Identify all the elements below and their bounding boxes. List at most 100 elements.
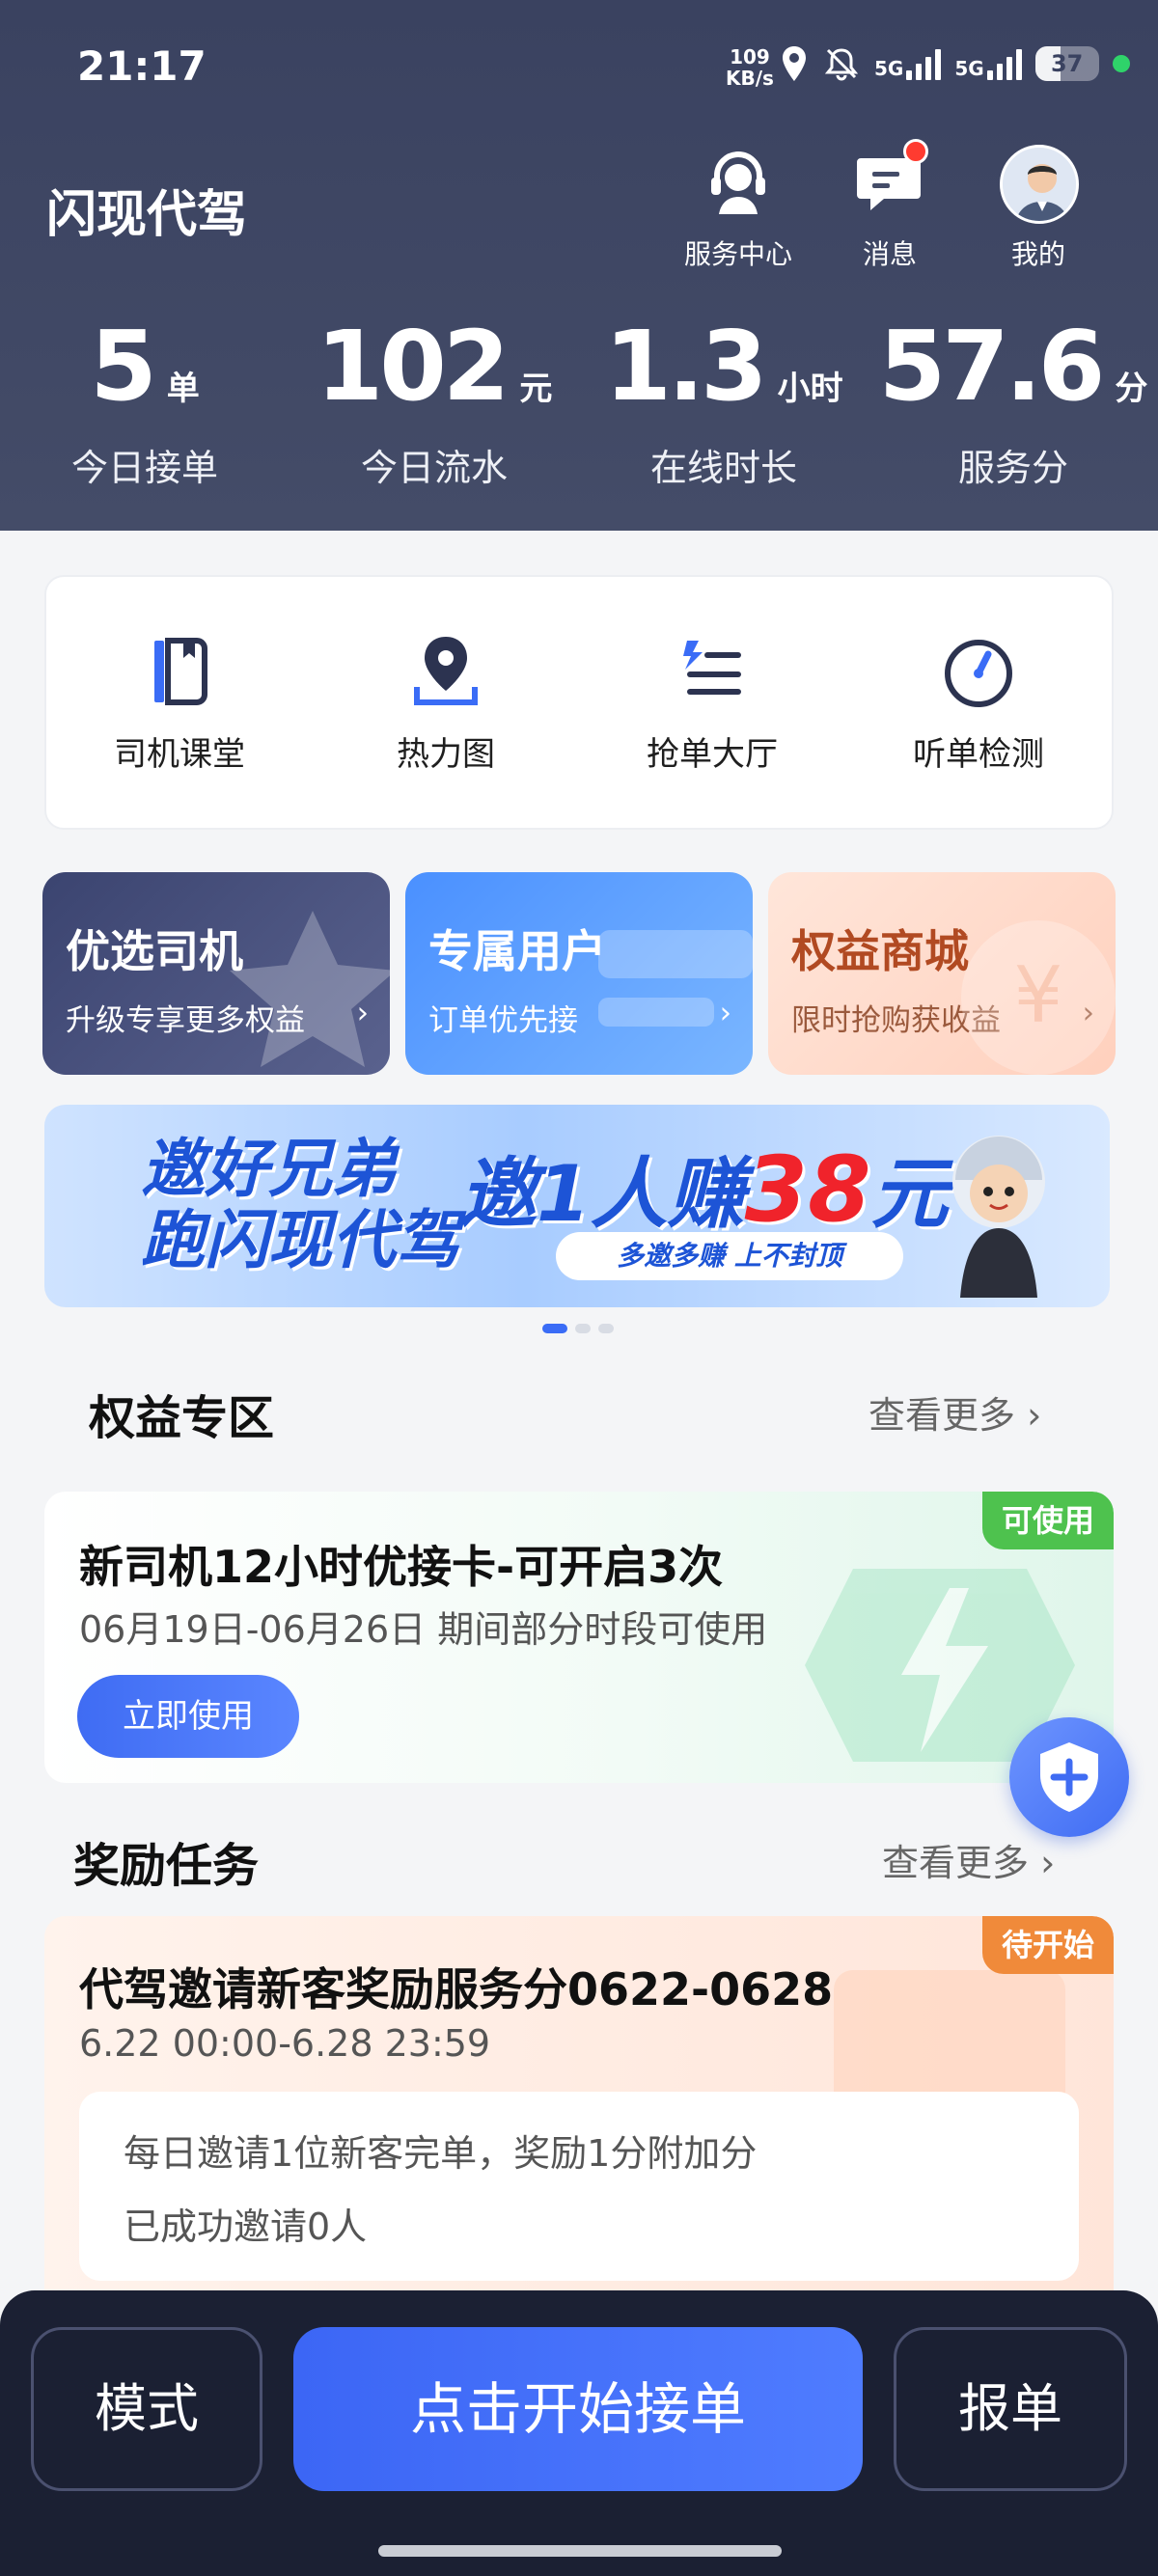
banner-headline: 邀好兄弟 跑闪现代驾 [141,1134,459,1276]
carousel-indicator [542,1324,614,1333]
card-decoration-icon [598,930,753,1027]
task-rule: 每日邀请1位新客完单，奖励1分附加分 [124,2132,758,2175]
status-bar: 21:17 109 KB/s 5G 5G 37 [0,0,1158,135]
net-speed: 109 KB/s [726,46,774,89]
quick-tools-card: 司机课堂 热力图 抢单大厅 听单检测 [44,575,1114,830]
banner-offer-amount: 38 [744,1137,871,1243]
star-decoration-icon [230,911,390,1067]
status-badge: 待开始 [981,1916,1114,1974]
stat-unit: 单 [166,370,200,408]
messages-button[interactable]: 消息 [813,139,967,272]
stat-orders[interactable]: 5单 今日接单 [0,318,290,511]
stat-label: 服务分 [957,447,1068,489]
benefit-card[interactable]: 可使用 新司机12小时优接卡-可开启3次 06月19日-06月26日 期间部分时… [44,1492,1114,1783]
mascot-illustration [952,1136,1045,1298]
headset-icon [700,145,777,222]
banner-offer: 邀1人赚38元 [459,1132,948,1244]
battery-icon: 37 [1034,46,1099,81]
list-icon [672,631,753,712]
promo-preferred-driver[interactable]: 优选司机 升级专享更多权益 › [42,872,390,1075]
promo-benefits-mall[interactable]: ¥ 权益商城 限时抢购获收益› [768,872,1116,1075]
stat-value: 5 [90,310,157,423]
unread-dot [903,139,928,164]
benefits-see-more-link[interactable]: 查看更多 › [868,1385,1041,1439]
net-speed-unit: KB/s [726,67,774,90]
sim1-label: 5G [874,57,904,80]
tool-label: 司机课堂 [114,734,245,774]
report-order-button[interactable]: 报单 [894,2327,1127,2491]
promo-exclusive-users[interactable]: 专属用户 订单优先接 › [405,872,753,1075]
banner-line2: 跑闪现代驾 [141,1203,459,1277]
promo-subtitle-text: 订单优先接 [428,1003,578,1038]
stat-unit: 分 [1115,370,1148,408]
tasks-section-title: 奖励任务 [73,1839,260,1893]
gauge-icon [938,631,1019,712]
battery-level: 37 [1050,50,1084,77]
shield-plus-icon [1040,1742,1098,1812]
service-center-label: 服务中心 [683,238,792,270]
banner-subtitle: 多邀多赚 上不封顶 [556,1232,903,1280]
banner-offer-prefix: 邀1人赚 [459,1149,745,1239]
stat-online-time[interactable]: 1.3 小时 在线时长 [579,318,868,511]
start-accepting-orders-button[interactable]: 点击开始接单 [293,2327,863,2491]
task-title: 代驾邀请新客奖励服务分0622-0628 [79,1963,834,2015]
book-icon [139,631,220,712]
task-progress: 已成功邀请0人 [124,2206,368,2248]
sim2-label: 5G [954,57,984,80]
message-icon [851,139,928,222]
tool-label: 听单检测 [913,734,1044,774]
header: 21:17 109 KB/s 5G 5G 37 闪现代驾 服务中心 消息 我的 … [0,0,1158,531]
net-speed-value: 109 [730,45,770,69]
task-date: 6.22 00:00-6.28 23:59 [79,2022,491,2065]
bottom-action-bar: 模式 点击开始接单 报单 [0,2290,1158,2576]
location-icon [783,46,806,81]
mode-button[interactable]: 模式 [31,2327,262,2491]
task-details: 每日邀请1位新客完单，奖励1分附加分 已成功邀请0人 [79,2092,1079,2281]
status-badge: 可使用 [981,1492,1114,1549]
signal-sim1: 5G [874,47,942,80]
stats-row: 5单 今日接单 102 元 今日流水 1.3 小时 在线时长 57.6 分 服务分 [0,318,1158,511]
stat-unit: 小时 [777,370,843,408]
use-now-button[interactable]: 立即使用 [77,1675,299,1758]
service-center-button[interactable]: 服务中心 [661,145,815,272]
task-card[interactable]: 待开始 代驾邀请新客奖励服务分0622-0628 6.22 00:00-6.28… [44,1916,1114,2321]
see-more-label: 查看更多 [868,1394,1016,1437]
chevron-right-icon: › [1040,1842,1056,1884]
stat-label: 今日接单 [70,447,218,489]
stat-value: 1.3 [604,310,767,423]
tasks-see-more-link[interactable]: 查看更多 › [882,1833,1055,1886]
coin-decoration-icon: ¥ [961,920,1116,1075]
privacy-indicator [1112,55,1130,72]
messages-label: 消息 [862,238,917,270]
tool-driver-class[interactable]: 司机课堂 [46,631,313,775]
benefit-date: 06月19日-06月26日 期间部分时段可使用 [79,1608,768,1651]
profile-button[interactable]: 我的 [961,145,1116,272]
invite-banner[interactable]: 邀好兄弟 跑闪现代驾 邀1人赚38元 多邀多赚 上不封顶 [44,1105,1110,1307]
avatar [1000,145,1079,224]
safety-shield-button[interactable] [1009,1717,1129,1837]
profile-label: 我的 [1010,238,1065,270]
tool-grab-hall[interactable]: 抢单大厅 [579,631,845,775]
benefit-title: 新司机12小时优接卡-可开启3次 [79,1541,724,1593]
stat-label: 在线时长 [649,447,797,489]
tool-heatmap[interactable]: 热力图 [313,631,579,775]
stat-value: 57.6 [878,310,1106,423]
mute-icon [824,48,859,81]
status-time: 21:17 [77,42,207,90]
tool-label: 抢单大厅 [647,734,778,774]
stat-label: 今日流水 [360,447,508,489]
map-pin-icon [405,631,486,712]
banner-line1: 邀好兄弟 [141,1132,396,1206]
tool-order-check[interactable]: 听单检测 [845,631,1112,775]
chevron-right-icon: › [1027,1394,1042,1437]
home-indicator[interactable] [378,2545,782,2557]
signal-sim2: 5G [954,47,1022,80]
status-icons: 5G 5G 37 [780,44,1130,83]
stat-revenue[interactable]: 102 元 今日流水 [290,318,579,511]
stat-service-score[interactable]: 57.6 分 服务分 [868,318,1158,511]
tool-label: 热力图 [397,734,495,774]
benefits-section-title: 权益专区 [89,1391,275,1445]
see-more-label: 查看更多 [882,1842,1030,1884]
svg-text:¥: ¥ [1014,950,1063,1040]
stat-unit: 元 [519,370,553,408]
